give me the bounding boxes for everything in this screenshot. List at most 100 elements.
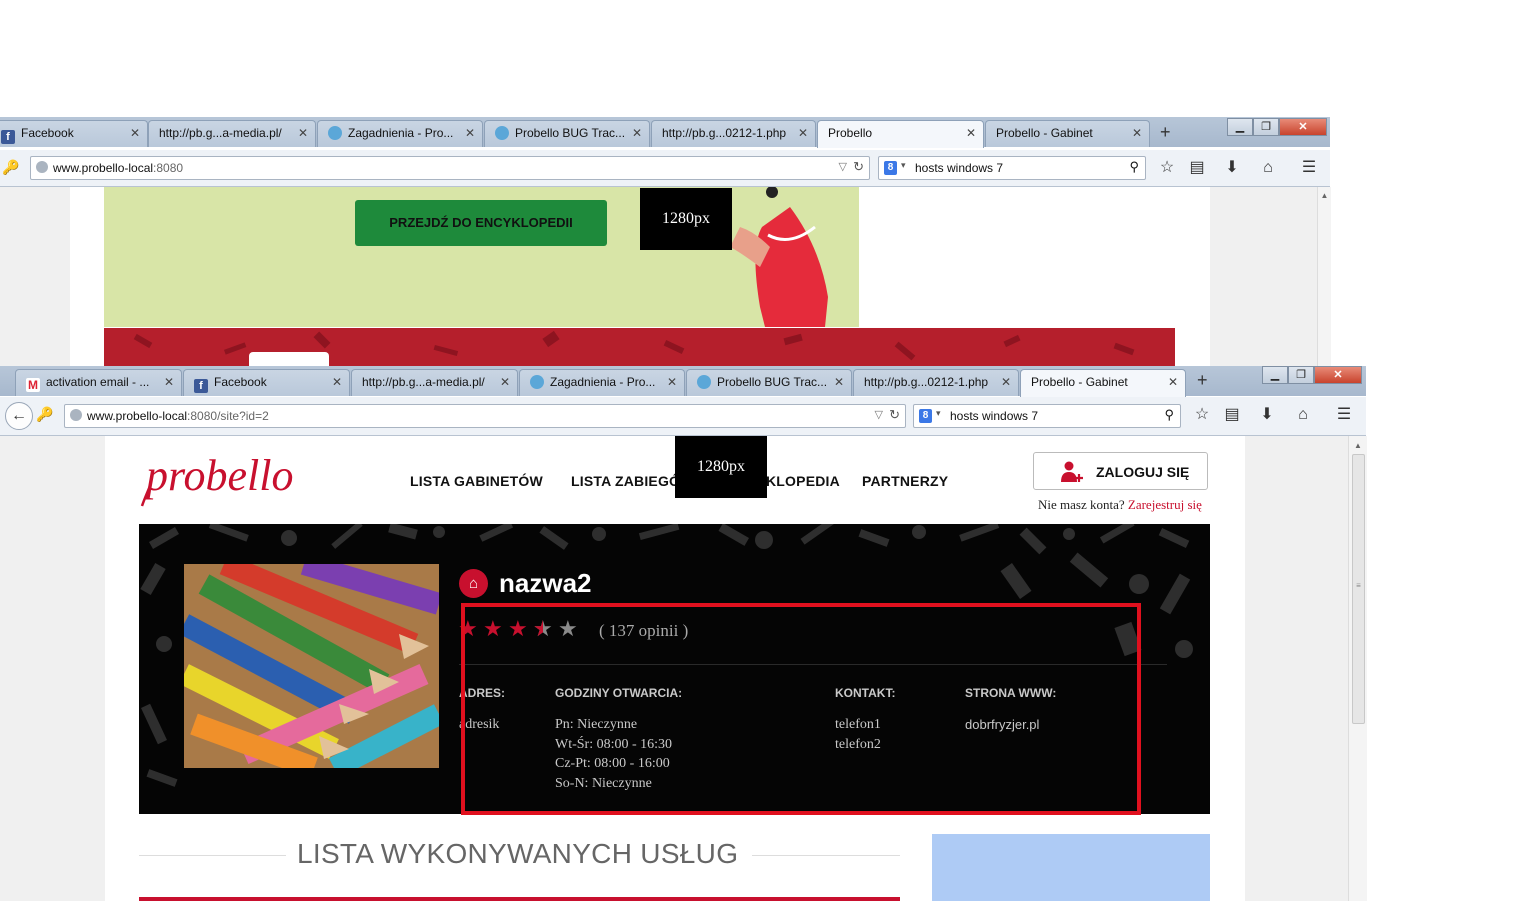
close-tab-icon[interactable]: ✕ [130, 126, 140, 140]
nav-link[interactable]: PARTNERZY [862, 473, 948, 489]
close-window-button[interactable]: ✕ [1314, 366, 1362, 384]
tab-label: Zagadnienia - Pro... [550, 375, 656, 389]
close-window-button[interactable]: ✕ [1279, 118, 1327, 136]
browser-tab[interactable]: Probello - Gabinet ✕ [1020, 369, 1186, 397]
back-button[interactable]: ← [5, 402, 33, 430]
search-icon[interactable]: ⚲ [1129, 159, 1139, 175]
search-icon[interactable]: ⚲ [1164, 407, 1174, 423]
close-tab-icon[interactable]: ✕ [1132, 126, 1142, 140]
url-rest: :8080/site?id=2 [187, 409, 269, 423]
annotation-highlight-box [461, 603, 1141, 815]
scrollbar-thumb[interactable]: ≡ [1352, 454, 1365, 724]
close-tab-icon[interactable]: ✕ [164, 375, 174, 389]
browser-tab[interactable]: Probello - Gabinet ✕ [985, 120, 1150, 147]
browser-tab[interactable]: http://pb.g...0212-1.php ✕ [853, 369, 1019, 396]
browser-tab[interactable]: Zagadnienia - Pro... ✕ [519, 369, 685, 396]
tab-label: Probello [828, 126, 873, 140]
search-dropdown-icon[interactable]: ▾ [936, 408, 941, 419]
tab-label: activation email - ... [46, 375, 150, 389]
address-bar[interactable]: www.probello-local:8080 ▽ ↻ [30, 156, 870, 180]
logo-wordmark: probello [140, 451, 293, 507]
minimize-button[interactable]: ▁ [1227, 118, 1253, 136]
bookmark-star-icon[interactable]: ☆ [1157, 158, 1177, 178]
url-rest: :8080 [153, 161, 184, 175]
gear-icon [697, 375, 711, 389]
browser-tab[interactable]: http://pb.g...a-media.pl/ ✕ [148, 120, 316, 147]
identity-icon: 🔑 [36, 406, 54, 422]
browser-tab[interactable]: Probello BUG Trac... ✕ [686, 369, 852, 396]
browser-tab[interactable]: Probello ✕ [817, 120, 984, 148]
close-tab-icon[interactable]: ✕ [834, 375, 844, 389]
scrollbar-track[interactable]: ▲ [1317, 187, 1331, 367]
tab-label: http://pb.g...a-media.pl/ [362, 375, 485, 389]
close-tab-icon[interactable]: ✕ [798, 126, 808, 140]
reading-list-icon[interactable]: ▤ [1187, 158, 1207, 178]
gear-icon [328, 126, 342, 140]
close-tab-icon[interactable]: ✕ [632, 126, 642, 140]
browser-tab[interactable]: http://pb.g...a-media.pl/ ✕ [351, 369, 518, 396]
home-icon[interactable]: ⌂ [1293, 405, 1313, 425]
register-prompt: Nie masz konta? Zarejestruj się [1038, 497, 1202, 513]
home-icon[interactable]: ⌂ [1258, 158, 1278, 178]
bookmark-star-icon[interactable]: ☆ [1192, 405, 1212, 425]
close-tab-icon[interactable]: ✕ [1001, 375, 1011, 389]
scroll-up-icon[interactable]: ▲ [1318, 191, 1331, 200]
reload-icon[interactable]: ↻ [889, 407, 900, 423]
tab-label: http://pb.g...a-media.pl/ [159, 126, 282, 140]
new-tab-button[interactable]: + [1197, 370, 1208, 391]
new-tab-button[interactable]: + [1160, 122, 1171, 143]
menu-icon[interactable]: ☰ [1299, 158, 1319, 178]
nav-link[interactable]: KLOPEDIA [766, 473, 840, 489]
reload-icon[interactable]: ↻ [853, 159, 864, 175]
nav-link[interactable]: LISTA GABINETÓW [410, 473, 543, 489]
tab-label: http://pb.g...0212-1.php [662, 126, 787, 140]
search-bar[interactable]: 8 ▾ hosts windows 7 ⚲ [878, 156, 1146, 180]
browser-tab[interactable]: http://pb.g...0212-1.php ✕ [651, 120, 816, 147]
download-icon[interactable]: ⬇ [1222, 158, 1242, 178]
encyclopedia-button[interactable]: PRZEJDŹ DO ENCYKLOPEDII [355, 200, 607, 246]
browser-tab[interactable]: Mactivation email - ... ✕ [15, 369, 182, 396]
search-dropdown-icon[interactable]: ▾ [901, 160, 906, 171]
tab-label: Facebook [214, 375, 267, 389]
close-tab-icon[interactable]: ✕ [966, 126, 976, 140]
facebook-icon: f [1, 130, 15, 144]
site-logo[interactable]: probello [140, 450, 322, 510]
menu-icon[interactable]: ☰ [1334, 405, 1354, 425]
google-icon: 8 [919, 409, 932, 423]
gmail-icon: M [26, 378, 40, 392]
search-bar[interactable]: 8 ▾ hosts windows 7 ⚲ [913, 404, 1181, 428]
browser-tab[interactable]: f Facebook ✕ [183, 369, 350, 396]
reading-list-icon[interactable]: ▤ [1222, 405, 1242, 425]
browser-tab[interactable]: Probello BUG Trac... ✕ [484, 120, 650, 147]
viewport-size-overlay: 1280px [640, 188, 732, 250]
url-host: www.probello-local [53, 161, 154, 175]
close-tab-icon[interactable]: ✕ [1168, 375, 1178, 389]
salon-name: nazwa2 [499, 568, 592, 598]
dropdown-arrow-icon[interactable]: ▽ [839, 160, 847, 173]
restore-button[interactable]: ❐ [1253, 118, 1279, 136]
close-tab-icon[interactable]: ✕ [298, 126, 308, 140]
services-underline [139, 897, 900, 901]
close-tab-icon[interactable]: ✕ [465, 126, 475, 140]
browser-tab[interactable]: f Facebook ✕ [0, 120, 148, 147]
close-tab-icon[interactable]: ✕ [500, 375, 510, 389]
salon-home-icon: ⌂ [459, 569, 488, 598]
tab-label: Probello BUG Trac... [717, 375, 828, 389]
browser-tab[interactable]: Zagadnienia - Pro... ✕ [317, 120, 483, 147]
gear-icon [495, 126, 509, 140]
minimize-button[interactable]: ▁ [1262, 366, 1288, 384]
restore-button[interactable]: ❐ [1288, 366, 1314, 384]
url-host: www.probello-local [87, 409, 188, 423]
close-tab-icon[interactable]: ✕ [332, 375, 342, 389]
download-icon[interactable]: ⬇ [1257, 405, 1277, 425]
register-link[interactable]: Zarejestruj się [1128, 497, 1202, 512]
nav-link[interactable]: LISTA ZABIEGÓ [571, 473, 680, 489]
address-bar[interactable]: www.probello-local:8080/site?id=2 ▽ ↻ [64, 404, 906, 428]
login-button[interactable]: ZALOGUJ SIĘ [1033, 452, 1208, 490]
tab-label: Facebook [21, 126, 74, 140]
add-user-icon [1060, 460, 1084, 484]
close-tab-icon[interactable]: ✕ [667, 375, 677, 389]
scroll-up-icon[interactable]: ▲ [1349, 441, 1367, 450]
scrollbar-track[interactable]: ▲ ≡ [1348, 436, 1367, 901]
dropdown-arrow-icon[interactable]: ▽ [875, 408, 883, 421]
